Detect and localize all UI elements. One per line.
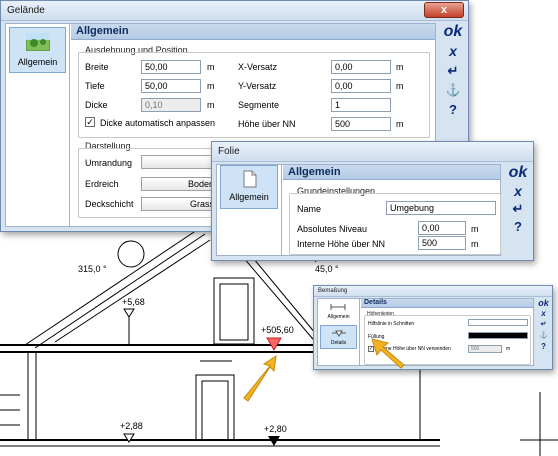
name-label: Name: [297, 204, 322, 214]
hoehe-input[interactable]: 500: [331, 117, 391, 131]
folie-titlebar[interactable]: Folie: [212, 142, 533, 162]
umrandung-label: Umrandung: [85, 158, 133, 168]
bemassung-sidebar: Allgemein Details: [318, 299, 360, 365]
sidebar-item-label: Allgemein: [17, 57, 58, 67]
help-button[interactable]: ?: [505, 219, 531, 234]
umrandung-selector[interactable]: [141, 155, 221, 169]
bemassung-titlebar[interactable]: Bemaßung: [314, 286, 552, 297]
bemassung-dialog: Bemaßung Allgemein Details Details Höhen…: [313, 285, 553, 370]
dicke-label: Dicke: [85, 100, 108, 110]
tiefe-input[interactable]: 50,00: [141, 79, 201, 93]
abs-niveau-unit: m: [471, 224, 479, 234]
cancel-button[interactable]: x: [536, 309, 551, 318]
bemassung-body: Allgemein Details Details Höhenkoten Hil…: [317, 298, 534, 366]
deckschicht-selector[interactable]: Grass: [141, 197, 221, 211]
fuellung-selector[interactable]: [468, 332, 528, 339]
level-label-568: +5,68: [122, 297, 145, 307]
int-hoehe-unit: m: [471, 239, 479, 249]
dimension-icon: [330, 304, 346, 310]
angle-label-left: 315,0 °: [78, 264, 107, 274]
xversatz-label: X-Versatz: [238, 62, 278, 72]
bemassung-header: Details: [361, 299, 533, 308]
level-label-50560: +505,60: [261, 325, 294, 335]
bemassung-title: Bemaßung: [318, 288, 348, 294]
help-button[interactable]: ?: [440, 102, 466, 117]
bemassung-toolbar: ok x ↵ ⚓ ?: [536, 298, 551, 358]
yversatz-label: Y-Versatz: [238, 81, 277, 91]
tiefe-unit: m: [207, 81, 215, 91]
sidebar-item-label: Details: [330, 340, 347, 346]
folie-header: Allgemein: [283, 165, 500, 180]
gelaende-header-title: Allgemein: [76, 25, 129, 37]
help-button[interactable]: ?: [536, 342, 551, 351]
anchor-icon[interactable]: ⚓: [440, 83, 466, 97]
breite-label: Breite: [85, 62, 109, 72]
dicke-unit: m: [207, 100, 215, 110]
apply-icon[interactable]: ↵: [440, 63, 466, 79]
segmente-label: Segmente: [238, 100, 280, 110]
sidebar-item-allgemein[interactable]: Allgemein: [320, 301, 357, 323]
xversatz-unit: m: [396, 62, 404, 72]
ok-button[interactable]: ok: [536, 298, 551, 308]
dicke-auto-checkbox[interactable]: ✓: [85, 117, 95, 127]
abs-niveau-input[interactable]: 0,00: [418, 221, 466, 235]
cancel-button[interactable]: x: [505, 183, 531, 199]
details-icon: [332, 330, 346, 337]
dicke-auto-label: Dicke automatisch anpassen: [100, 118, 216, 128]
sidebar-item-label: Allgemein: [327, 314, 350, 320]
interne-unit: m: [506, 346, 511, 352]
level-label-288: +2,88: [120, 421, 143, 431]
hilfslinie-label: Hilfslinie in Schnitten: [368, 321, 415, 327]
gelaende-title: Gelände: [7, 5, 45, 16]
deckschicht-label: Deckschicht: [85, 199, 134, 209]
sidebar-item-label: Allgemein: [229, 192, 269, 202]
gelaende-close-button[interactable]: x: [424, 2, 464, 18]
level-label-280: +2,80: [264, 424, 287, 434]
cancel-button[interactable]: x: [440, 43, 466, 59]
ok-button[interactable]: ok: [440, 23, 466, 41]
breite-unit: m: [207, 62, 215, 72]
folie-sidebar: Allgemein: [217, 165, 282, 255]
gelaende-header: Allgemein: [71, 24, 435, 40]
ok-button[interactable]: ok: [505, 164, 531, 182]
anchor-icon[interactable]: ⚓: [536, 331, 551, 339]
apply-icon[interactable]: ↵: [505, 201, 531, 217]
yellow-arrow-dialog: [371, 338, 405, 369]
breite-input[interactable]: 50,00: [141, 60, 201, 74]
yversatz-unit: m: [396, 81, 404, 91]
gelaende-sidebar: Allgemein: [6, 24, 70, 226]
yellow-arrow-drawing: [243, 354, 277, 402]
folie-title: Folie: [218, 146, 240, 157]
landscape-icon: [26, 33, 50, 51]
folie-header-title: Allgemein: [288, 166, 341, 178]
yversatz-input[interactable]: 0,00: [331, 79, 391, 93]
folie-body: Allgemein Allgemein Grundeinstellungen N…: [216, 164, 501, 256]
name-input[interactable]: Umgebung: [386, 201, 496, 215]
sidebar-item-details[interactable]: Details: [320, 325, 357, 349]
int-hoehe-label: Interne Höhe über NN: [297, 239, 386, 249]
apply-icon[interactable]: ↵: [536, 320, 551, 328]
erdreich-selector[interactable]: Boden: [141, 177, 221, 191]
segmente-input[interactable]: 1: [331, 98, 391, 112]
document-icon: [243, 170, 257, 188]
xversatz-input[interactable]: 0,00: [331, 60, 391, 74]
hoehe-label: Höhe über NN: [238, 119, 296, 129]
abs-niveau-label: Absolutes Niveau: [297, 224, 368, 234]
sidebar-item-allgemein[interactable]: Allgemein: [9, 27, 66, 73]
bemassung-header-title: Details: [364, 299, 387, 306]
gelaende-toolbar: ok x ↵ ⚓ ?: [440, 23, 466, 133]
erdreich-label: Erdreich: [85, 179, 119, 189]
gelaende-titlebar[interactable]: Gelände x: [1, 1, 468, 21]
angle-label-right: 45,0 °: [315, 264, 339, 274]
interne-input: 500: [468, 345, 502, 353]
int-hoehe-input[interactable]: 500: [418, 236, 466, 250]
hoehe-unit: m: [396, 119, 404, 129]
sidebar-item-allgemein[interactable]: Allgemein: [220, 165, 278, 209]
tiefe-label: Tiefe: [85, 81, 105, 91]
folie-toolbar: ok x ↵ ?: [505, 164, 531, 244]
hilfslinie-selector[interactable]: [468, 319, 528, 326]
folie-dialog: Folie Allgemein Allgemein Grundeinstellu…: [211, 141, 534, 261]
dicke-input: 0,10: [141, 98, 201, 112]
